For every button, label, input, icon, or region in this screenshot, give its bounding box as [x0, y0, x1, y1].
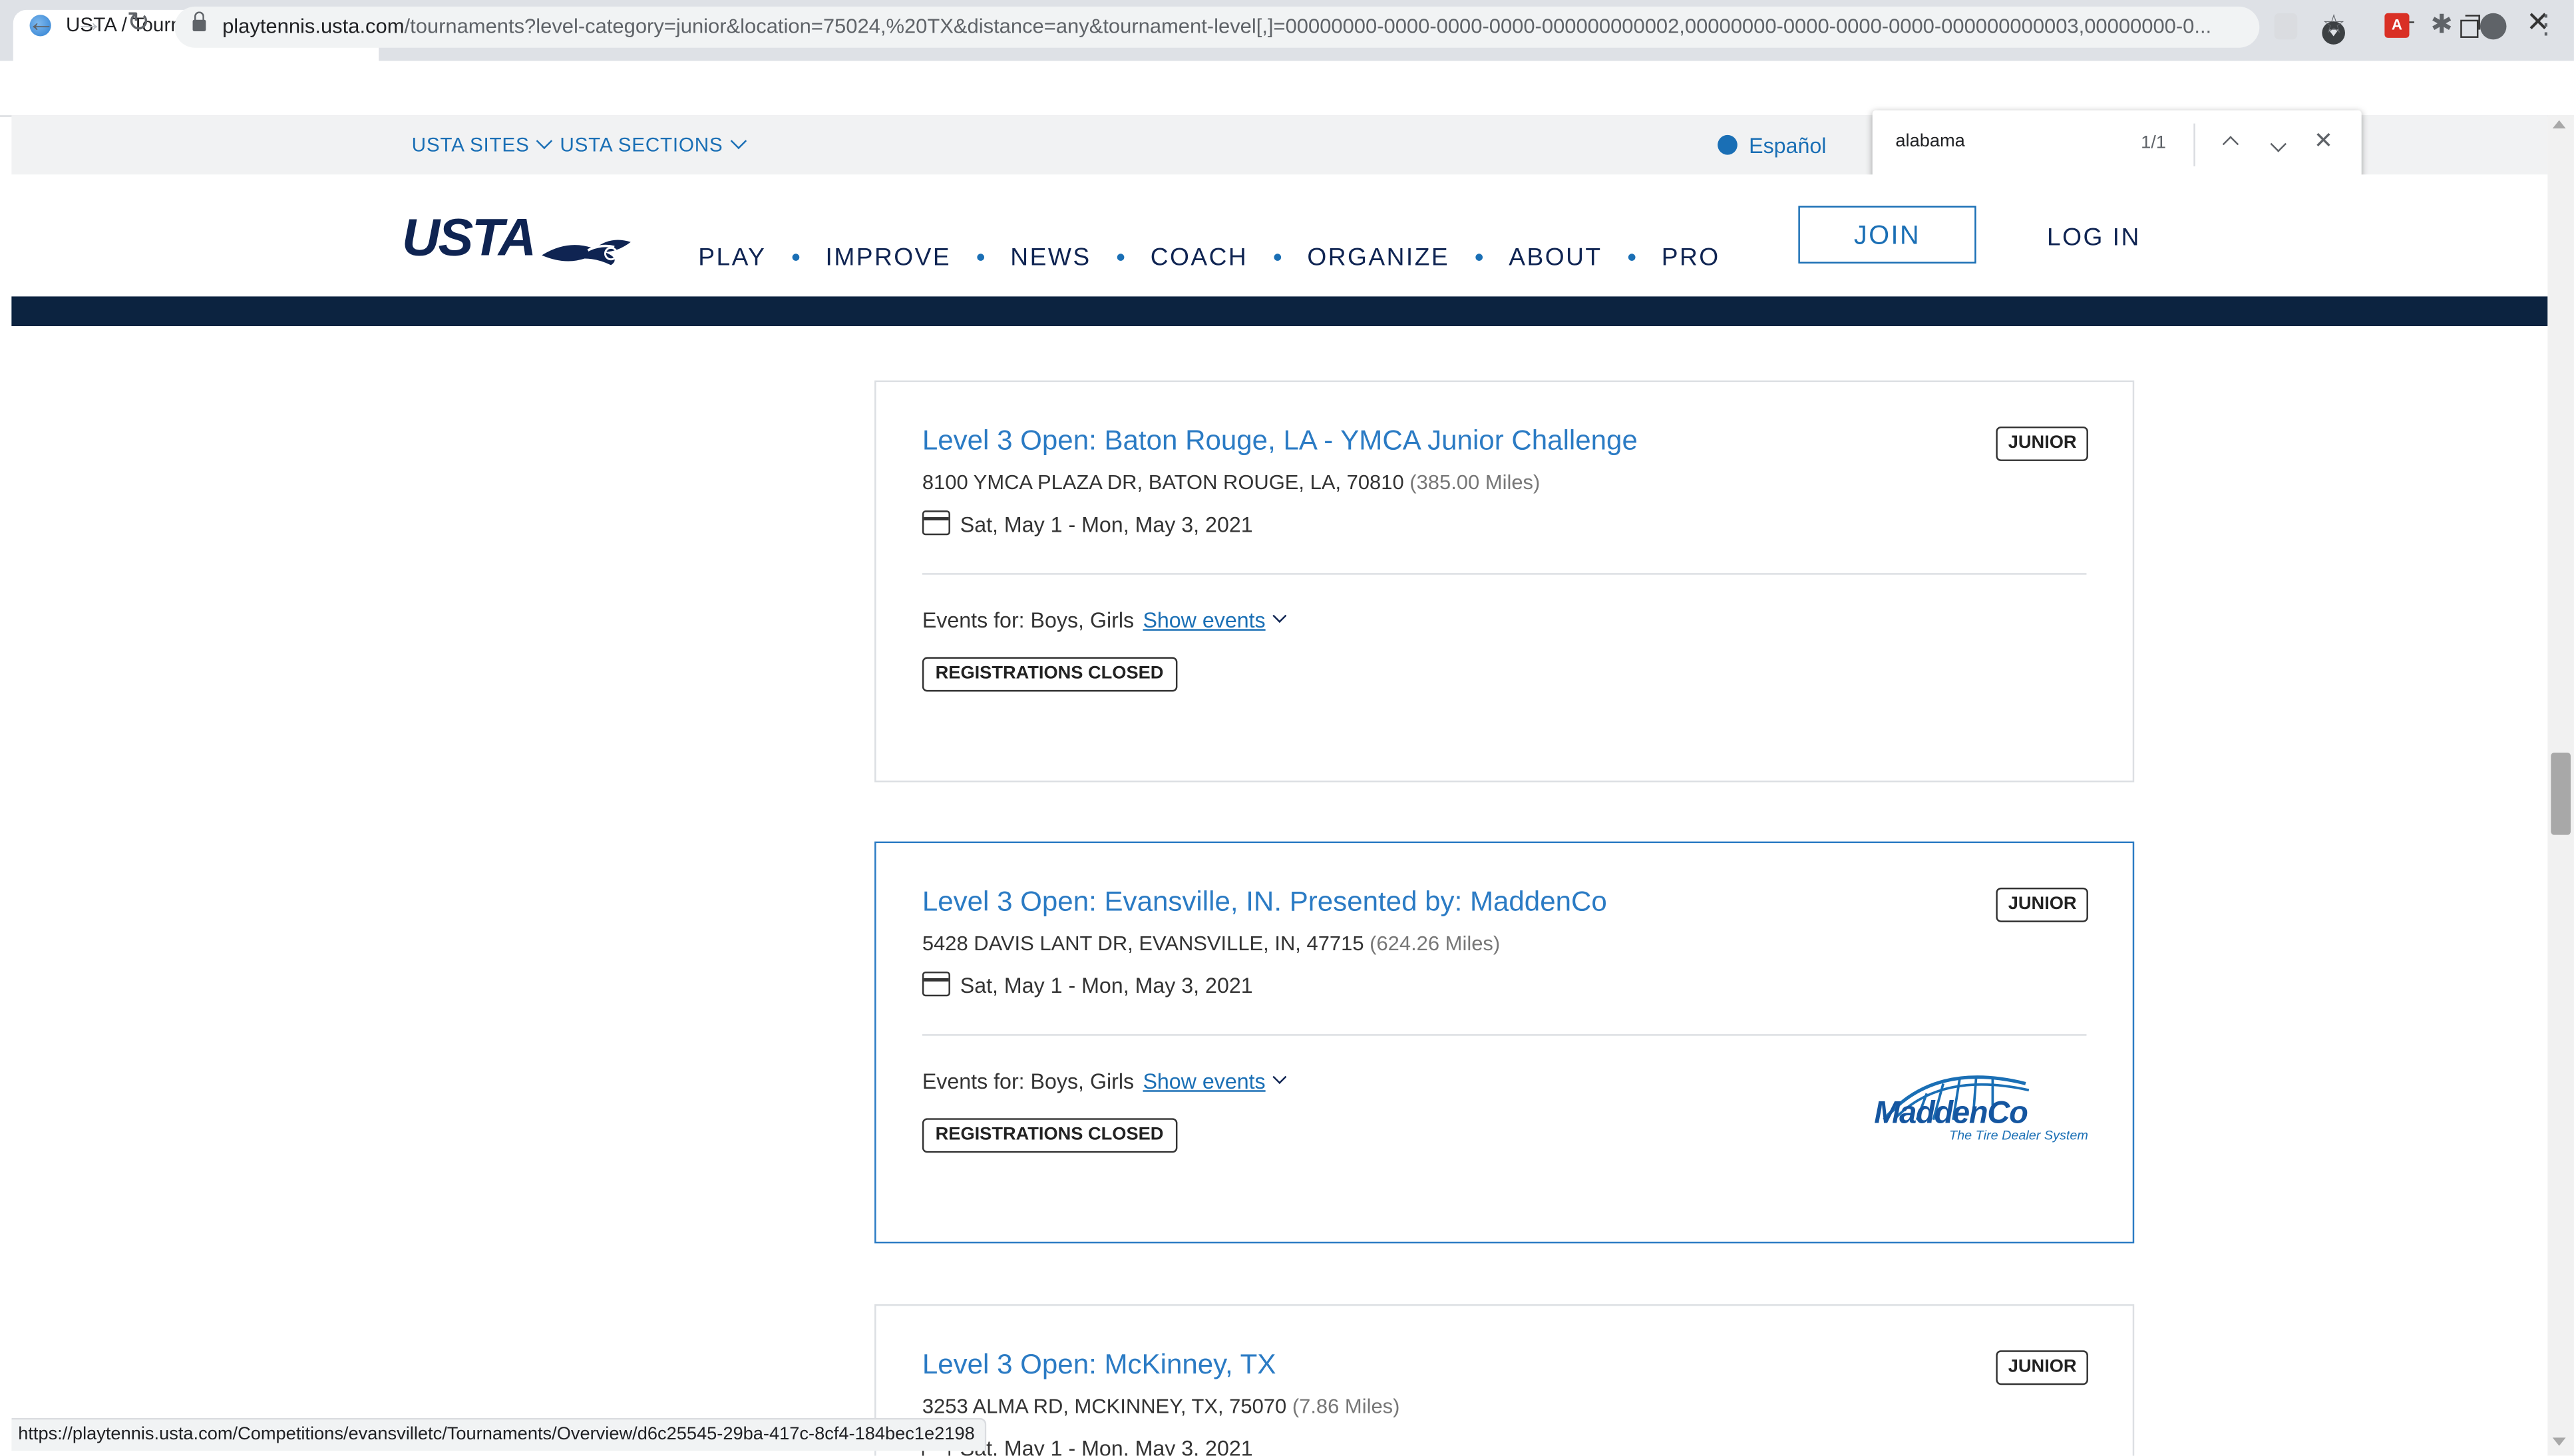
main-nav: PLAY ● IMPROVE ● NEWS ● COACH ● ORGANIZE… [698, 244, 1720, 272]
url-text[interactable]: playtennis.usta.com/tournaments?level-ca… [222, 15, 2251, 38]
usta-sections-dropdown[interactable]: USTA SECTIONS [560, 132, 747, 157]
address-text: 3253 ALMA RD, MCKINNEY, TX, 75070 [922, 1395, 1287, 1418]
nav-play[interactable]: PLAY [698, 244, 766, 272]
scrollbar-thumb[interactable] [2551, 752, 2571, 835]
chevron-down-icon[interactable] [1272, 1069, 1287, 1084]
tournament-card[interactable]: Level 3 Open: McKinney, TX JUNIOR 3253 A… [874, 1304, 2135, 1456]
card-divider [922, 573, 2087, 575]
card-divider [922, 1034, 2087, 1036]
tournament-card[interactable]: Level 3 Open: Baton Rouge, LA - YMCA Jun… [874, 380, 2135, 783]
category-badge: JUNIOR [1996, 426, 2088, 461]
find-previous-button[interactable] [2220, 128, 2240, 158]
chevron-down-icon[interactable] [1272, 609, 1287, 624]
category-badge: JUNIOR [1996, 1350, 2088, 1385]
nav-separator: ● [976, 248, 986, 267]
language-link[interactable]: Español [1749, 133, 1826, 158]
show-events-link[interactable]: Show events [1143, 1069, 1265, 1093]
usta-logo-text: USTA [401, 207, 536, 267]
globe-icon [1718, 134, 1738, 155]
forward-button[interactable]: → [73, 7, 105, 39]
join-button[interactable]: JOIN [1798, 206, 1976, 264]
find-in-page-icon[interactable] [2274, 13, 2298, 40]
usta-sections-label: USTA SECTIONS [560, 133, 723, 157]
find-close-button[interactable]: ✕ [2314, 127, 2333, 155]
extensions-puzzle-icon[interactable]: ✱ [2431, 8, 2453, 41]
events-for-label: Events for: Boys, Girls [922, 608, 1135, 633]
nav-separator: ● [1115, 248, 1126, 267]
find-next-button[interactable] [2268, 128, 2288, 158]
nav-separator: ● [1272, 248, 1283, 267]
find-input[interactable]: alabama [1895, 132, 1964, 152]
find-match-count: 1/1 [2141, 133, 2166, 154]
address-text: 5428 DAVIS LANT DR, EVANSVILLE, IN, 4771… [922, 932, 1364, 956]
chevron-up-icon [2221, 136, 2238, 152]
profile-avatar-icon[interactable] [2480, 13, 2507, 40]
login-link[interactable]: LOG IN [2047, 224, 2141, 252]
usta-logo[interactable]: USTA [402, 208, 634, 269]
nav-separator: ● [1474, 248, 1485, 267]
registration-status-badge: REGISTRATIONS CLOSED [922, 1118, 1177, 1153]
tournament-address: 5428 DAVIS LANT DR, EVANSVILLE, IN, 4771… [922, 932, 1500, 956]
back-button[interactable]: ← [25, 7, 57, 39]
tournament-title[interactable]: Level 3 Open: Evansville, IN. Presented … [922, 886, 1607, 918]
distance-text: (7.86 Miles) [1292, 1395, 1400, 1418]
nav-pro[interactable]: PRO [1662, 244, 1720, 272]
usta-flame-icon [542, 239, 632, 265]
registration-status-badge: REGISTRATIONS CLOSED [922, 657, 1177, 692]
usta-sites-dropdown[interactable]: USTA SITES [411, 132, 554, 157]
calendar-icon [922, 510, 950, 536]
nav-improve[interactable]: IMPROVE [826, 244, 952, 272]
url-host: playtennis.usta.com [222, 15, 405, 38]
tournament-title[interactable]: Level 3 Open: Baton Rouge, LA - YMCA Jun… [922, 425, 1638, 457]
acrobat-extension-icon[interactable]: A [2384, 13, 2410, 38]
tournament-dates: Sat, May 1 - Mon, May 3, 2021 [960, 512, 1253, 537]
reload-button[interactable]: ↻ [122, 7, 154, 39]
chevron-down-icon [536, 132, 554, 150]
events-for-label: Events for: Boys, Girls [922, 1069, 1135, 1094]
bookmark-star-icon[interactable]: ☆ [2322, 8, 2345, 41]
tournament-address: 3253 ALMA RD, MCKINNEY, TX, 75070 (7.86 … [922, 1395, 1400, 1418]
nav-separator: ● [791, 248, 801, 267]
nav-organize[interactable]: ORGANIZE [1307, 244, 1449, 272]
show-events-link[interactable]: Show events [1143, 608, 1265, 632]
url-path: /tournaments?level-category=junior&locat… [404, 15, 2212, 38]
chevron-down-icon [730, 132, 747, 150]
nav-separator: ● [1626, 248, 1637, 267]
window-restore-button[interactable] [2460, 15, 2480, 38]
find-divider [2193, 123, 2195, 166]
sponsor-logo: MaddenCo The Tire Dealer System [1867, 1071, 2088, 1150]
scroll-down-arrow-icon[interactable] [2552, 1437, 2566, 1446]
category-badge: JUNIOR [1996, 887, 2088, 922]
link-status-bar: https://playtennis.usta.com/Competitions… [11, 1417, 987, 1451]
browser-toolbar [0, 61, 2574, 117]
calendar-icon [922, 972, 950, 997]
usta-sites-label: USTA SITES [411, 133, 530, 157]
tournament-address: 8100 YMCA PLAZA DR, BATON ROUGE, LA, 708… [922, 471, 1540, 494]
scroll-up-arrow-icon[interactable] [2552, 120, 2566, 129]
address-text: 8100 YMCA PLAZA DR, BATON ROUGE, LA, 708… [922, 470, 1404, 494]
tournament-title[interactable]: Level 3 Open: McKinney, TX [922, 1349, 1276, 1381]
nav-news[interactable]: NEWS [1010, 244, 1091, 272]
tournament-dates: Sat, May 1 - Mon, May 3, 2021 [960, 973, 1253, 998]
tournament-dates: Sat, May 1 - Mon, May 3, 2021 [960, 1435, 1253, 1456]
site-header [11, 174, 2548, 297]
chevron-down-icon [2269, 136, 2286, 152]
nav-about[interactable]: ABOUT [1509, 244, 1602, 272]
distance-text: (624.26 Miles) [1370, 932, 1501, 956]
lock-icon[interactable] [192, 11, 206, 32]
sponsor-tagline: The Tire Dealer System [1949, 1128, 2088, 1143]
browser-menu-icon[interactable]: ⋮ [2533, 8, 2559, 41]
nav-coach[interactable]: COACH [1151, 244, 1248, 272]
tournament-card[interactable]: Level 3 Open: Evansville, IN. Presented … [874, 841, 2135, 1244]
distance-text: (385.00 Miles) [1409, 470, 1541, 494]
header-band [11, 296, 2548, 326]
